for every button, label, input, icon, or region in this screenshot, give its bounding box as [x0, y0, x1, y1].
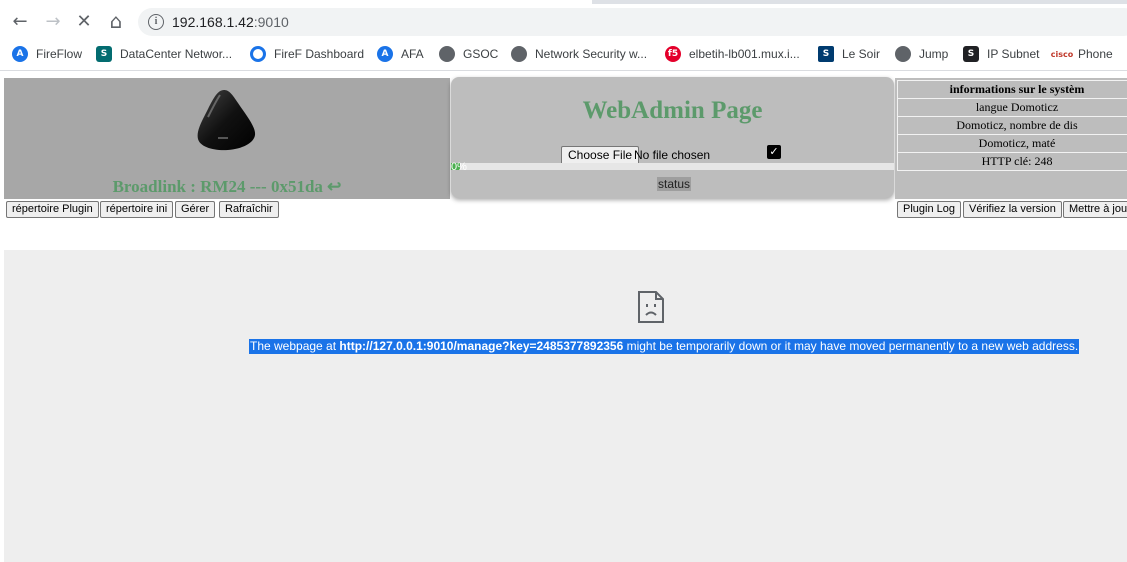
- error-suffix: might be temporarily down or it may have…: [623, 339, 1079, 353]
- page-content: Broadlink : RM24 --- 0x51da ↩ WebAdmin P…: [0, 71, 1127, 562]
- table-row: Domoticz, nombre de dis: [897, 116, 1127, 135]
- bookmark-label: elbetih-lb001.mux.i...: [689, 47, 800, 61]
- browser-toolbar: ← → ✕ ⌂ i 192.168.1.42:9010: [0, 4, 1127, 38]
- ini-directory-button[interactable]: répertoire ini: [100, 201, 174, 218]
- plugin-directory-button[interactable]: répertoire Plugin: [6, 201, 99, 218]
- checkbox-checked[interactable]: ✓: [767, 145, 781, 159]
- update-button[interactable]: Mettre à jou: [1063, 201, 1127, 218]
- table-row: HTTP clé: 248: [897, 152, 1127, 171]
- broadlink-device-image: [197, 90, 256, 151]
- bookmark-elbetih[interactable]: f5 elbetih-lb001.mux.i...: [665, 44, 800, 64]
- stop-loading-icon[interactable]: ✕: [71, 8, 97, 34]
- system-info-panel: informations sur le systèm langue Domoti…: [895, 78, 1127, 199]
- error-message: The webpage at http://127.0.0.1:9010/man…: [249, 339, 1080, 354]
- subnet-icon: S: [963, 46, 979, 62]
- bookmark-label: FireF Dashboard: [274, 47, 365, 61]
- check-version-button[interactable]: Vérifiez la version: [963, 201, 1062, 218]
- refresh-button[interactable]: Rafraîchir: [219, 201, 279, 218]
- manage-button[interactable]: Gérer: [175, 201, 216, 218]
- table-row: informations sur le systèm: [897, 80, 1127, 99]
- sharepoint-icon: S: [96, 46, 112, 62]
- table-cell: HTTP clé: 248: [897, 152, 1127, 171]
- address-bar[interactable]: i 192.168.1.42:9010: [138, 8, 1127, 36]
- bookmark-label: Phone: [1078, 47, 1113, 61]
- table-cell: Domoticz, nombre de dis: [897, 116, 1127, 135]
- system-info-table: informations sur le systèm langue Domoti…: [897, 80, 1127, 171]
- bookmark-datacenter[interactable]: S DataCenter Networ...: [96, 44, 232, 64]
- bookmark-label: AFA: [401, 47, 424, 61]
- table-header: informations sur le systèm: [897, 80, 1127, 99]
- bookmark-label: Le Soir: [842, 47, 881, 61]
- f5-icon: f5: [665, 46, 681, 62]
- forward-arrow-icon[interactable]: →: [40, 8, 66, 34]
- dashboard-ring-icon: [250, 46, 266, 62]
- globe-icon: [895, 46, 911, 62]
- sad-page-icon: [638, 291, 664, 323]
- plugin-log-button[interactable]: Plugin Log: [897, 201, 961, 218]
- bookmark-jump[interactable]: Jump: [895, 44, 948, 64]
- table-cell: Domoticz, maté: [897, 134, 1127, 153]
- url-port: :9010: [253, 14, 289, 30]
- webadmin-panel: WebAdmin Page Choose File No file chosen…: [451, 77, 894, 198]
- bookmark-firef-dashboard[interactable]: FireF Dashboard: [250, 44, 364, 64]
- site-info-icon[interactable]: i: [148, 14, 164, 30]
- device-title: Broadlink : RM24 --- 0x51da ↩: [112, 177, 342, 196]
- cisco-icon: cisco: [1050, 49, 1074, 59]
- file-status-text: No file chosen: [634, 148, 711, 162]
- bookmark-le-soir[interactable]: S Le Soir: [818, 44, 880, 64]
- bookmark-label: IP Subnet: [987, 47, 1040, 61]
- bookmark-label: DataCenter Networ...: [120, 47, 233, 61]
- bookmark-label: Jump: [919, 47, 949, 61]
- table-row: langue Domoticz: [897, 98, 1127, 117]
- status-label: status: [657, 177, 692, 191]
- bookmark-label: Network Security w...: [535, 47, 648, 61]
- back-arrow-icon[interactable]: ←: [7, 8, 33, 34]
- bookmark-network-security[interactable]: Network Security w...: [511, 44, 647, 64]
- page-title: WebAdmin Page: [582, 97, 763, 124]
- home-icon[interactable]: ⌂: [103, 8, 129, 34]
- bookmark-ip-subnet[interactable]: S IP Subnet: [963, 44, 1040, 64]
- error-prefix: The webpage at: [250, 339, 340, 353]
- error-url: http://127.0.0.1:9010/manage?key=2485377…: [339, 339, 624, 353]
- le-soir-icon: S: [818, 46, 834, 62]
- device-panel: Broadlink : RM24 --- 0x51da ↩: [4, 78, 450, 199]
- bookmark-label: FireFlow: [36, 47, 83, 61]
- address-url: 192.168.1.42:9010: [172, 14, 289, 30]
- algosec-icon: A: [12, 46, 28, 62]
- url-host: 192.168.1.42: [172, 14, 254, 30]
- table-cell: langue Domoticz: [897, 98, 1127, 117]
- globe-icon: [511, 46, 527, 62]
- progress-text: 0%: [451, 161, 467, 173]
- bookmarks-bar: A FireFlow S DataCenter Networ... FireF Da…: [0, 38, 1127, 71]
- progress-bar: [451, 163, 894, 170]
- bookmark-phone[interactable]: cisco Phone: [1050, 44, 1113, 64]
- bookmark-gsoc[interactable]: GSOC: [439, 44, 498, 64]
- table-row: Domoticz, maté: [897, 134, 1127, 153]
- algosec-icon: A: [377, 46, 393, 62]
- bookmark-fireflow[interactable]: A FireFlow: [12, 44, 82, 64]
- bookmark-afa[interactable]: A AFA: [377, 44, 424, 64]
- embedded-error-frame: [4, 250, 1127, 562]
- globe-icon: [439, 46, 455, 62]
- bookmark-label: GSOC: [463, 47, 499, 61]
